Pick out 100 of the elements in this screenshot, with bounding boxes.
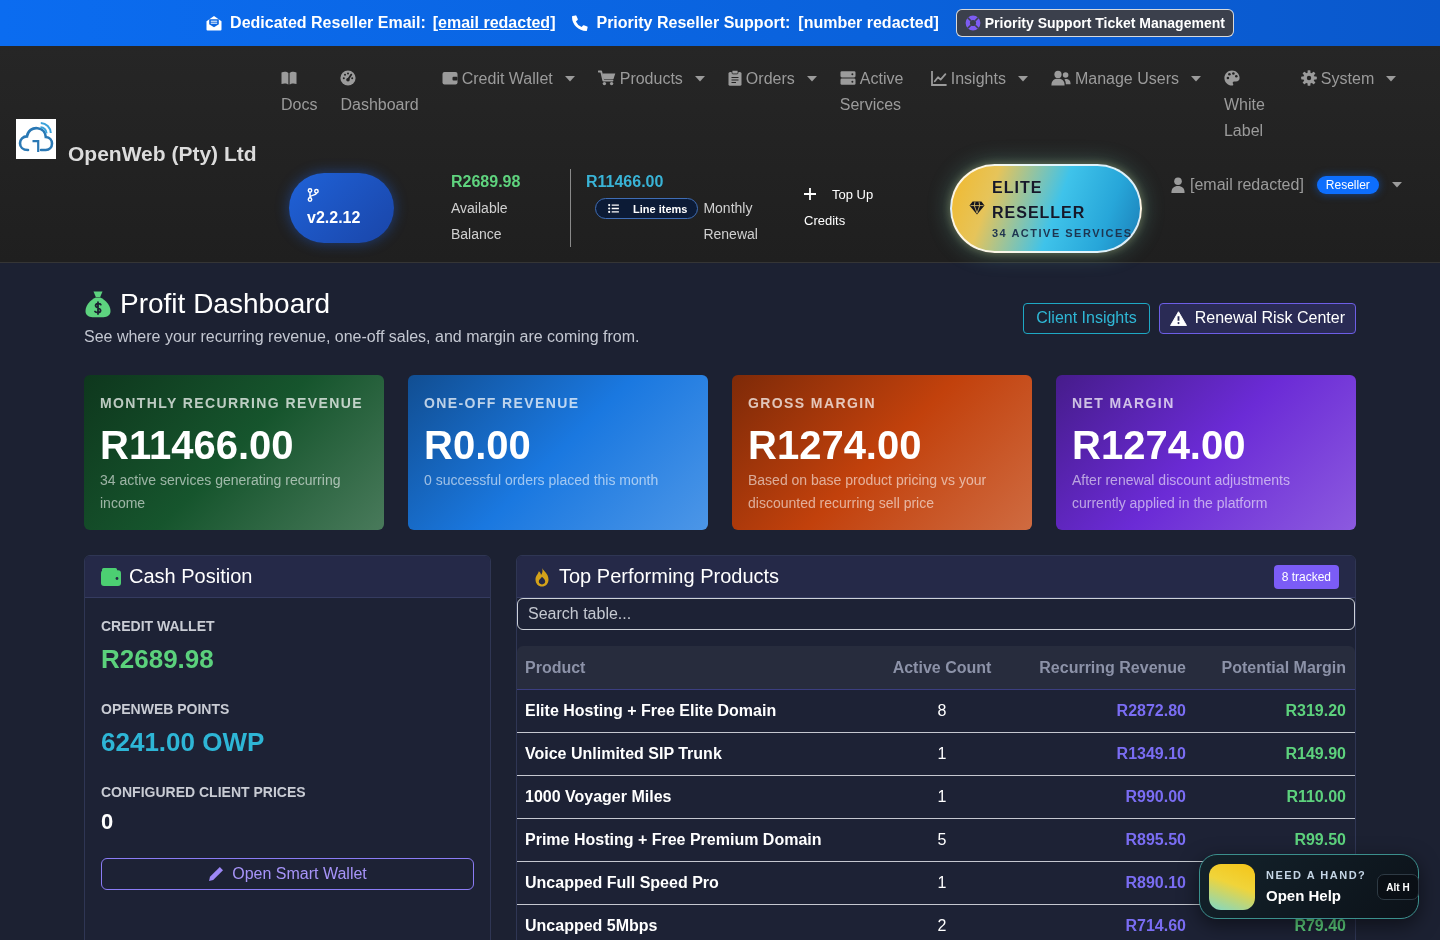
stat-note: Based on base product pricing vs your discounted recurring sell price — [748, 471, 988, 513]
palette-icon — [1223, 70, 1240, 86]
stat-label: NET MARGIN — [1072, 394, 1176, 413]
table-cell-text: R79.40 — [1293, 917, 1347, 935]
smart-wallet-button[interactable]: Open Smart Wallet — [101, 858, 474, 890]
gear-icon — [1300, 70, 1317, 86]
page-subtitle: See where your recurring revenue, one-off sales, and margin are coming from. — [84, 327, 640, 347]
column-header[interactable]: Product — [517, 658, 871, 677]
metric-label: CREDIT WALLET — [101, 617, 216, 636]
column-header[interactable]: Active Count — [871, 658, 1013, 677]
stat-value: R11466.00 — [100, 422, 295, 469]
stat-note: After renewal discount adjustments currently applied in the platform — [1072, 471, 1291, 513]
mail-icon — [206, 15, 223, 31]
table-cell-text: 5 — [936, 831, 948, 849]
table-cell-text: R714.60 — [1124, 917, 1187, 935]
phone-icon — [572, 15, 589, 31]
tier-subtitle: 34 ACTIVE SERVICES — [992, 226, 1133, 241]
table-cell-text: 1 — [936, 874, 948, 892]
stat-note: 0 successful orders placed this month — [424, 471, 660, 490]
stat-value: R1274.00 — [748, 422, 923, 469]
stat-note: 34 active services generating recurring income — [100, 471, 342, 513]
list-icon — [608, 204, 619, 213]
table-cell-text: Prime Hosting + Free Premium Domain — [524, 831, 823, 849]
line-chart-icon — [930, 70, 947, 86]
stat-value: R1274.00 — [1072, 422, 1247, 469]
metric-value: R2689.98 — [101, 643, 215, 676]
table-cell-text: R990.00 — [1124, 788, 1187, 806]
top-up-link[interactable]: Top Up Credits — [804, 182, 879, 234]
line-items-button[interactable]: Line items — [595, 198, 699, 219]
plus-icon — [804, 188, 816, 200]
table-cell-text: 2 — [936, 917, 948, 935]
nav-link[interactable]: Products — [597, 66, 705, 92]
pencil-icon — [208, 866, 225, 882]
brand-name: OpenWeb (Pty) Ltd — [68, 141, 257, 166]
table-cell-text: R1349.10 — [1115, 745, 1187, 763]
table-cell-text: 8 — [936, 702, 948, 720]
metric-value: 6241.00 OWP — [101, 726, 266, 759]
table-cell-text: R2872.80 — [1115, 702, 1187, 720]
balance-label: Available Balance — [451, 200, 508, 242]
count-badge: 8 tracked — [1273, 564, 1339, 589]
table-cell-text: R895.50 — [1124, 831, 1187, 849]
table-cell-text: 1 — [936, 788, 948, 806]
nav-link[interactable]: Credit Wallet — [441, 66, 575, 92]
users-icon — [1050, 70, 1071, 86]
table-cell-text: R890.10 — [1124, 874, 1187, 892]
metric-value: 0 — [101, 808, 115, 836]
help-button[interactable]: NEED A HAND? Open Help Alt H — [1199, 854, 1419, 919]
nav-link[interactable]: Manage Users — [1050, 66, 1201, 92]
column-header[interactable]: Potential Margin — [1194, 658, 1355, 677]
wallet-icon — [441, 70, 458, 86]
stat-label: MONTHLY RECURRING REVENUE — [100, 394, 364, 413]
cart-icon — [597, 70, 616, 86]
table-cell-text: 1000 Voyager Miles — [524, 788, 673, 806]
money-bag-icon — [84, 290, 112, 318]
warning-icon — [1169, 310, 1187, 326]
nav-link[interactable]: System — [1300, 66, 1397, 92]
lifebuoy-icon — [964, 15, 981, 31]
risk-center-button[interactable]: Renewal Risk Center — [1158, 302, 1356, 334]
role-badge: Reseller — [1316, 176, 1379, 194]
table-cell-text: Elite Hosting + Free Elite Domain — [524, 702, 778, 720]
balance-amount: R2689.98 — [451, 172, 522, 192]
clipboard-icon — [727, 70, 742, 86]
nav-link[interactable]: Orders — [727, 66, 817, 92]
insights-button[interactable]: Client Insights — [1023, 302, 1150, 334]
table-cell-text: R319.20 — [1284, 702, 1347, 720]
metric-label: OPENWEB POINTS — [101, 700, 231, 719]
renewal-label: Monthly Renewal — [703, 199, 759, 244]
email-label: Dedicated Reseller Email: — [230, 14, 426, 32]
stat-label: ONE-OFF REVENUE — [424, 394, 581, 413]
cloud-logo-icon — [16, 119, 56, 159]
nav-link[interactable]: Docs — [281, 66, 318, 118]
book-icon — [281, 70, 297, 86]
gauge-icon — [340, 70, 357, 86]
nav-link[interactable]: Insights — [930, 66, 1028, 92]
gradient-tile-icon — [1209, 863, 1255, 910]
wallet-icon — [101, 567, 121, 586]
stat-label: GROSS MARGIN — [748, 394, 878, 413]
ticket-button[interactable]: Priority Support Ticket Management — [955, 9, 1234, 37]
table-cell-text: R110.00 — [1285, 788, 1347, 806]
shortcut-key: Alt H — [1377, 873, 1419, 900]
table-cell-text: 1 — [936, 745, 948, 763]
support-number: [number redacted] — [798, 14, 939, 32]
table-cell-text: Uncapped Full Speed Pro — [524, 874, 720, 892]
stat-value: R0.00 — [424, 422, 532, 469]
search-field[interactable]: Search table... — [517, 598, 1355, 630]
version-button[interactable]: v2.2.12 — [289, 173, 394, 243]
caret-icon — [1391, 182, 1402, 188]
nav-link[interactable]: Active Services — [839, 66, 908, 118]
support-label: Priority Reseller Support: — [596, 14, 791, 32]
user-menu-link[interactable]: [email redacted] — [1190, 172, 1304, 198]
branch-icon — [307, 188, 319, 202]
column-header[interactable]: Recurring Revenue — [1013, 658, 1194, 677]
flame-icon — [533, 566, 551, 587]
nav-link[interactable]: White Label — [1223, 66, 1265, 144]
table-cell-text: R99.50 — [1293, 831, 1347, 849]
email-link[interactable]: [email redacted] — [432, 14, 556, 32]
table-cell-text: Uncapped 5Mbps — [524, 917, 659, 935]
metric-label: CONFIGURED CLIENT PRICES — [101, 783, 307, 802]
nav-link[interactable]: Dashboard — [340, 66, 419, 118]
page-title: Profit Dashboard — [120, 287, 331, 321]
